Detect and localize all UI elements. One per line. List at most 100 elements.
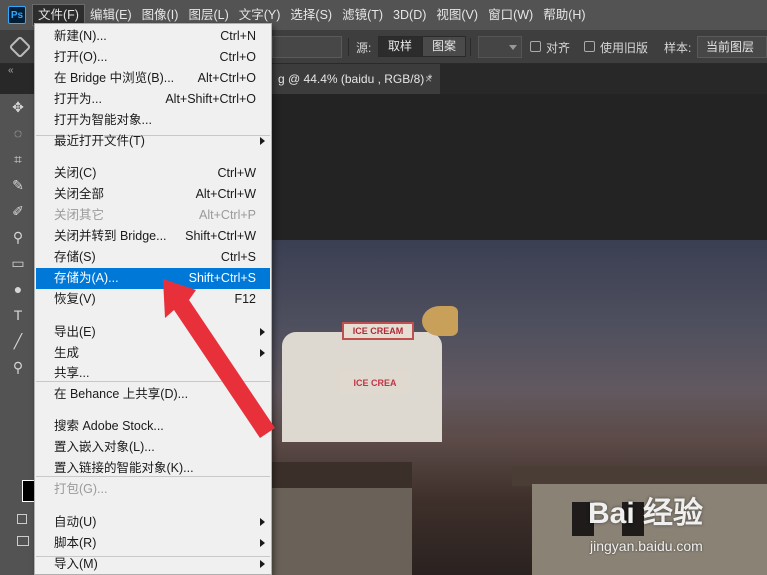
van-label: ICE CREA [340,372,410,394]
file-menu-item-label: 存储(S) [54,250,96,264]
file-menu-item-label: 打开(O)... [54,50,108,64]
file-menu-item[interactable]: 存储(S) Ctrl+S [36,247,270,268]
roof [272,462,412,490]
menu-window[interactable]: 窗口(W) [483,4,538,26]
sample-select[interactable]: 当前图层 [697,36,767,58]
close-tab-icon[interactable]: × [425,64,432,94]
photoshop-logo-icon[interactable]: Ps [8,6,26,24]
file-menu-item-label: 关闭全部 [54,187,105,201]
submenu-arrow-icon [260,349,265,357]
file-menu-item[interactable]: 自动(U) [36,512,270,533]
menu-3d[interactable]: 3D(D) [388,4,431,26]
type-tool-icon[interactable]: T [9,306,27,324]
file-menu-dropdown: 新建(N)... Ctrl+N 打开(O)... Ctrl+O 在 Bridge 中浏览… [34,23,272,575]
zoom-tool-icon[interactable]: ⚲ [9,358,27,376]
file-menu-item-shortcut: Shift+Ctrl+W [185,229,256,243]
file-menu-item-shortcut: F12 [234,292,256,306]
crop-tool-icon[interactable]: ⌗ [9,150,27,168]
file-menu-item[interactable]: 存储为(A)... Shift+Ctrl+S [36,268,270,289]
file-menu-item[interactable]: 置入链接的智能对象(K)... [36,458,270,479]
file-menu-item[interactable]: 在 Behance 上共享(D)... [36,384,270,405]
file-menu-item-label: 在 Bridge 中浏览(B)... [54,71,175,85]
aligned-checkbox[interactable] [530,41,541,52]
menu-select[interactable]: 选择(S) [285,4,337,26]
file-menu-item-label: 生成 [54,346,80,360]
source-toggle: 取样 图案 [378,36,467,57]
gradient-tool-icon[interactable]: ▭ [9,254,27,272]
legacy-label: 使用旧版 [600,41,649,55]
file-menu-item[interactable]: 最近打开文件(T) [36,131,270,152]
clone-stamp-tool-icon[interactable]: ⚲ [9,228,27,246]
pattern-button[interactable]: 图案 [422,36,467,57]
file-menu-item-label: 新建(N)... [54,29,107,43]
file-menu-item: 打包(G)... [36,479,270,500]
submenu-arrow-icon [260,539,265,547]
van-speaker [422,306,458,336]
aligned-label: 对齐 [546,41,571,55]
brush-tool-icon[interactable]: ✐ [9,202,27,220]
file-menu-item-shortcut: Alt+Shift+Ctrl+O [165,92,256,106]
file-menu-item[interactable]: 关闭(C) Ctrl+W [36,163,270,184]
file-menu-item[interactable]: 搜索 Adobe Stock... [36,416,270,437]
file-menu-item[interactable]: 关闭并转到 Bridge... Shift+Ctrl+W [36,226,270,247]
file-menu-item-label: 搜索 Adobe Stock... [54,419,164,433]
file-menu-item-label: 最近打开文件(T) [54,134,145,148]
file-menu-item-label: 打开为智能对象... [54,113,152,127]
building [272,488,412,575]
line-tool-icon[interactable]: ╱ [9,332,27,350]
file-menu-item-label: 关闭并转到 Bridge... [54,229,167,243]
file-menu-item-label: 脚本(R) [54,536,97,550]
submenu-arrow-icon [260,137,265,145]
document-tab[interactable]: g @ 44.4% (baidu , RGB/8) * × [262,64,440,94]
collapse-panels-icon[interactable]: « [8,65,14,76]
divider [348,38,349,56]
file-menu-item-label: 关闭(C) [54,166,97,180]
file-menu-item[interactable]: 导入(M) [36,554,270,575]
quick-mask-icon[interactable] [17,536,29,546]
menu-filter[interactable]: 滤镜(T) [337,4,388,26]
file-menu-item[interactable]: 置入嵌入对象(L)... [36,437,270,458]
file-menu-item[interactable]: 打开为... Alt+Shift+Ctrl+O [36,89,270,110]
move-tool-icon[interactable]: ✥ [9,98,27,116]
file-menu-item-label: 共享... [54,366,90,380]
lasso-tool-icon[interactable]: ◌ [9,124,27,142]
file-menu-item[interactable]: 打开(O)... Ctrl+O [36,47,270,68]
file-menu-item[interactable]: 生成 [36,343,270,364]
file-menu-item[interactable]: 新建(N)... Ctrl+N [36,26,270,47]
dodge-tool-icon[interactable]: ● [9,280,27,298]
sample-label: 样本: [664,41,692,55]
menu-view[interactable]: 视图(V) [431,4,483,26]
file-menu-item[interactable]: 关闭全部 Alt+Ctrl+W [36,184,270,205]
file-menu-item: 关闭其它 Alt+Ctrl+P [36,205,270,226]
tools-panel: ✥ ◌ ⌗ ✎ ✐ ⚲ ▭ ● T ╱ ⚲ [0,94,38,575]
file-menu-item[interactable]: 恢复(V) F12 [36,289,270,310]
file-menu-item-shortcut: Ctrl+O [219,50,256,64]
file-menu-item[interactable]: 打开为智能对象... [36,110,270,131]
file-menu-item-label: 恢复(V) [54,292,96,306]
file-menu-item-label: 置入嵌入对象(L)... [54,440,155,454]
menu-help[interactable]: 帮助(H) [538,4,590,26]
roof [512,466,767,486]
file-menu-item-label: 打开为... [54,92,102,106]
eyedropper-tool-icon[interactable]: ✎ [9,176,27,194]
submenu-arrow-icon [260,518,265,526]
file-menu-item[interactable]: 导出(E) [36,322,270,343]
file-menu-item-shortcut: Alt+Ctrl+O [197,71,256,85]
clone-stamp-preset-icon[interactable] [8,35,32,59]
file-menu-item-label: 自动(U) [54,515,97,529]
legacy-checkbox[interactable] [584,41,595,52]
file-menu-item-label: 存储为(A)... [54,271,119,285]
watermark-url: jingyan.baidu.com [590,538,703,554]
submenu-arrow-icon [260,328,265,336]
pattern-picker[interactable] [478,36,522,58]
default-colors-icon[interactable] [17,514,27,524]
baidu-watermark: Bai 经验 [588,497,704,530]
file-menu-item-label: 置入链接的智能对象(K)... [54,461,194,475]
brush-preset-dropdown[interactable] [272,36,342,58]
file-menu-item[interactable]: 共享... [36,363,270,384]
file-menu-item-label: 打包(G)... [54,482,108,496]
file-menu-item[interactable]: 脚本(R) [36,533,270,554]
file-menu-item[interactable]: 在 Bridge 中浏览(B)... Alt+Ctrl+O [36,68,270,89]
file-menu-item-shortcut: Ctrl+W [217,166,256,180]
sampled-button[interactable]: 取样 [378,36,423,57]
